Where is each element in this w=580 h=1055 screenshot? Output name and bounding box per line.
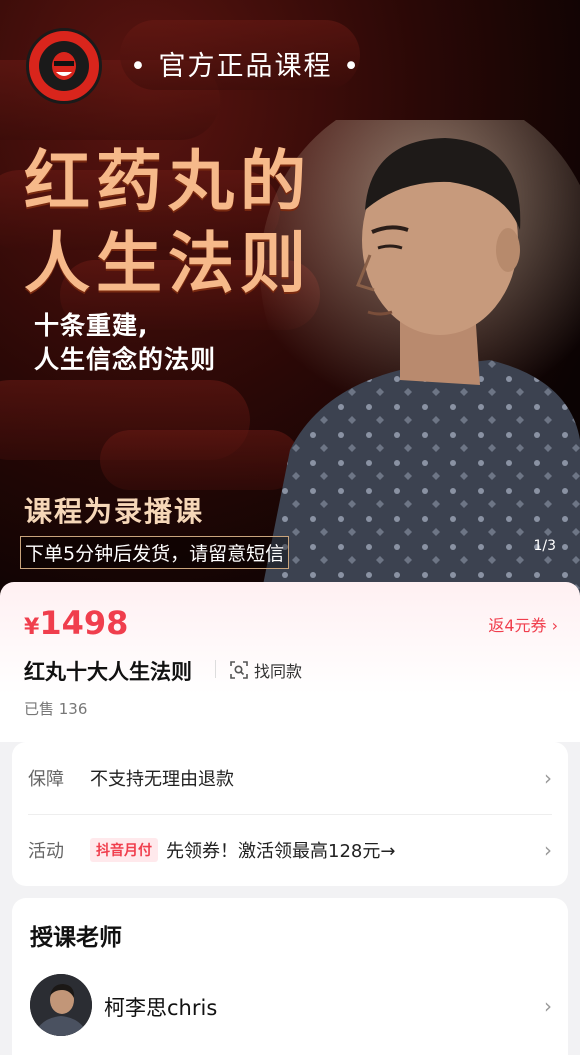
currency-symbol: ¥ xyxy=(24,615,40,640)
logo-face-icon xyxy=(52,52,76,80)
teacher-heading: 授课老师 xyxy=(30,925,122,951)
banner-subtitle-line1: 十条重建, xyxy=(34,311,149,340)
price-value: 1498 xyxy=(39,604,129,642)
chevron-right-icon: › xyxy=(544,766,552,790)
service-info-card: 保障 不支持无理由退款 › 活动 抖音月付 先领券！激活领最高128元→ › xyxy=(12,742,568,886)
chevron-right-icon: › xyxy=(544,838,552,862)
scan-search-icon xyxy=(230,661,248,679)
divider xyxy=(215,660,216,678)
product-title: 红丸十大人生法则 xyxy=(24,660,192,684)
price: ¥1498 xyxy=(24,604,128,642)
red-pill-logo xyxy=(26,28,102,104)
chevron-right-icon[interactable]: › xyxy=(544,994,552,1018)
guarantee-label: 保障 xyxy=(28,769,64,790)
find-same-button[interactable]: 找同款 xyxy=(230,658,302,682)
activity-value: 先领券！激活领最高128元→ xyxy=(166,841,396,862)
image-pager: 1/3 xyxy=(533,538,556,554)
coupon-label: 返4元券 xyxy=(488,616,547,635)
guarantee-value: 不支持无理由退款 xyxy=(90,769,234,790)
banner-title-line2: 人生法则 xyxy=(24,224,312,302)
activity-value-wrap: 抖音月付 先领券！激活领最高128元→ xyxy=(90,837,395,863)
avatar-image xyxy=(30,974,92,1036)
teacher-name[interactable]: 柯李思chris xyxy=(104,992,217,1022)
teacher-avatar[interactable] xyxy=(30,974,92,1036)
record-note: 课程为录播课 xyxy=(24,495,205,528)
activity-label: 活动 xyxy=(28,841,64,862)
official-badge: • 官方正品课程 • xyxy=(130,51,362,82)
find-same-label: 找同款 xyxy=(254,662,303,681)
banner-subtitle-line2: 人生信念的法则 xyxy=(34,345,217,374)
guarantee-row[interactable]: 保障 不支持无理由退款 › xyxy=(12,742,568,814)
sold-count: 已售 136 xyxy=(24,700,88,718)
coupon-link[interactable]: 返4元券 › xyxy=(488,612,558,636)
chevron-right-icon: › xyxy=(551,616,558,635)
price-card: ¥1498 返4元券 › 红丸十大人生法则 找同款 已售 136 xyxy=(0,582,580,742)
product-image-banner[interactable]: • 官方正品课程 • 红药丸的 人生法则 十条重建, 人生信念的法则 课程为录播… xyxy=(0,0,580,600)
activity-row[interactable]: 活动 抖音月付 先领券！激活领最高128元→ › xyxy=(12,814,568,886)
shipping-note: 下单5分钟后发货，请留意短信 xyxy=(20,536,290,569)
monthly-pay-tag: 抖音月付 xyxy=(90,838,158,862)
teacher-card: 授课老师 柯李思chris › xyxy=(12,898,568,1055)
